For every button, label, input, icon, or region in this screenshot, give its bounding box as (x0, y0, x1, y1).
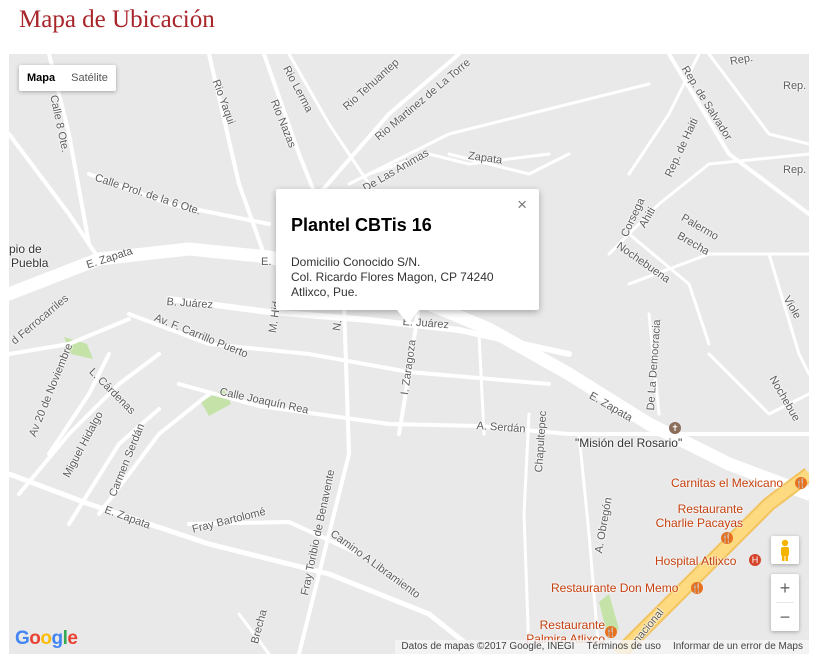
poi-label[interactable]: Carnitas el Mexicano (671, 476, 783, 490)
hospital-icon[interactable]: H (749, 554, 761, 566)
poi-label[interactable]: Hospital Atlixco (655, 554, 736, 568)
info-window-title: Plantel CBTis 16 (291, 215, 432, 235)
restaurant-icon[interactable]: 🍴 (795, 477, 807, 489)
poi-label[interactable]: Restaurante Charlie Pacayas (641, 502, 743, 530)
church-icon[interactable]: ✝ (669, 422, 681, 434)
map-attribution: Datos de mapas ©2017 Google, INEGI Térmi… (395, 640, 809, 654)
place-label: Puebla (11, 256, 49, 270)
street-view-pegman-icon[interactable] (771, 536, 799, 564)
report-error-link[interactable]: Informar de un error de Maps (667, 640, 809, 654)
map-type-map-button[interactable]: Mapa (19, 65, 63, 91)
street-label: N. (331, 319, 345, 332)
pegman-icon (781, 539, 789, 561)
map-canvas[interactable]: Rio Lerma Rio Yaqui Rio Nazas Rio Tehuan… (9, 54, 809, 654)
map-type-satellite-button[interactable]: Satélite (63, 65, 116, 91)
map-type-control: Mapa Satélite (19, 65, 116, 91)
street-label: Rep. (783, 164, 807, 176)
google-logo[interactable]: Google (15, 628, 78, 650)
street-label: Rep. (783, 80, 807, 92)
info-window-pointer (397, 310, 419, 324)
close-icon[interactable]: × (517, 195, 527, 215)
zoom-in-button[interactable]: + (771, 574, 799, 602)
info-window-address-line: Atlixco, Pue. (291, 285, 358, 299)
road (287, 54, 371, 186)
road (9, 132, 101, 261)
info-window-address-line: Col. Ricardo Flores Magon, CP 74240 (291, 270, 494, 284)
zoom-out-button[interactable]: − (771, 603, 799, 631)
road (9, 471, 482, 654)
terms-of-use-link[interactable]: Términos de uso (580, 640, 666, 654)
poi-label[interactable]: "Misión del Rosario" (575, 436, 682, 450)
restaurant-icon[interactable]: 🍴 (605, 626, 617, 638)
poi-label[interactable]: Restaurante Don Memo (551, 581, 678, 595)
info-window-address-line: Domicilio Conocido S/N. (291, 255, 421, 269)
restaurant-icon[interactable]: 🍴 (721, 532, 733, 544)
zoom-control: + − (771, 574, 799, 631)
street-label: E. (261, 256, 272, 268)
poi-label-line: Restaurante (677, 502, 743, 516)
poi-label-line: Restaurante (539, 618, 605, 632)
place-label: pio de (9, 242, 42, 256)
map-data-attribution: Datos de mapas ©2017 Google, INEGI (401, 641, 575, 652)
road (477, 332, 486, 436)
restaurant-icon[interactable]: 🍴 (691, 582, 703, 594)
poi-label-line: Charlie Pacayas (655, 516, 743, 530)
page-title: Mapa de Ubicación (19, 6, 215, 33)
info-window: × Plantel CBTis 16 Domicilio Conocido S/… (276, 189, 539, 324)
